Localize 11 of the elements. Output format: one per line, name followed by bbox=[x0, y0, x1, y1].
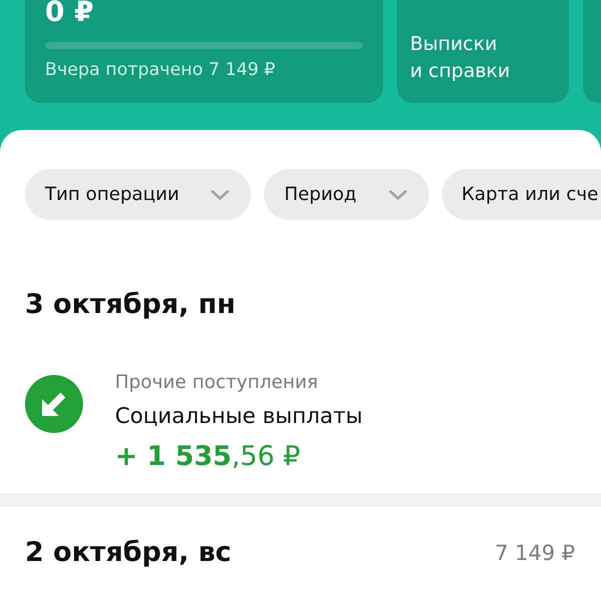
filter-dropdown[interactable]: Период bbox=[264, 169, 429, 220]
operation-category: Прочие поступления bbox=[115, 371, 320, 395]
spent-caption: Вчера потрачено 7 149 ₽ bbox=[45, 60, 276, 80]
date-heading: 3 октября, пн bbox=[25, 289, 236, 321]
day-total: 7 149 ₽ bbox=[494, 540, 575, 567]
spent-amount: 0 ₽ bbox=[45, 0, 95, 26]
filter-dropdown[interactable]: Тип операции bbox=[25, 169, 252, 220]
operation-amount: + 1 535,56 ₽ bbox=[115, 440, 302, 474]
filter-dropdown[interactable]: Карта или сче bbox=[442, 169, 601, 220]
date-heading: 2 октября, вс bbox=[25, 537, 232, 569]
operation-title: Социальные выплаты bbox=[115, 403, 363, 431]
